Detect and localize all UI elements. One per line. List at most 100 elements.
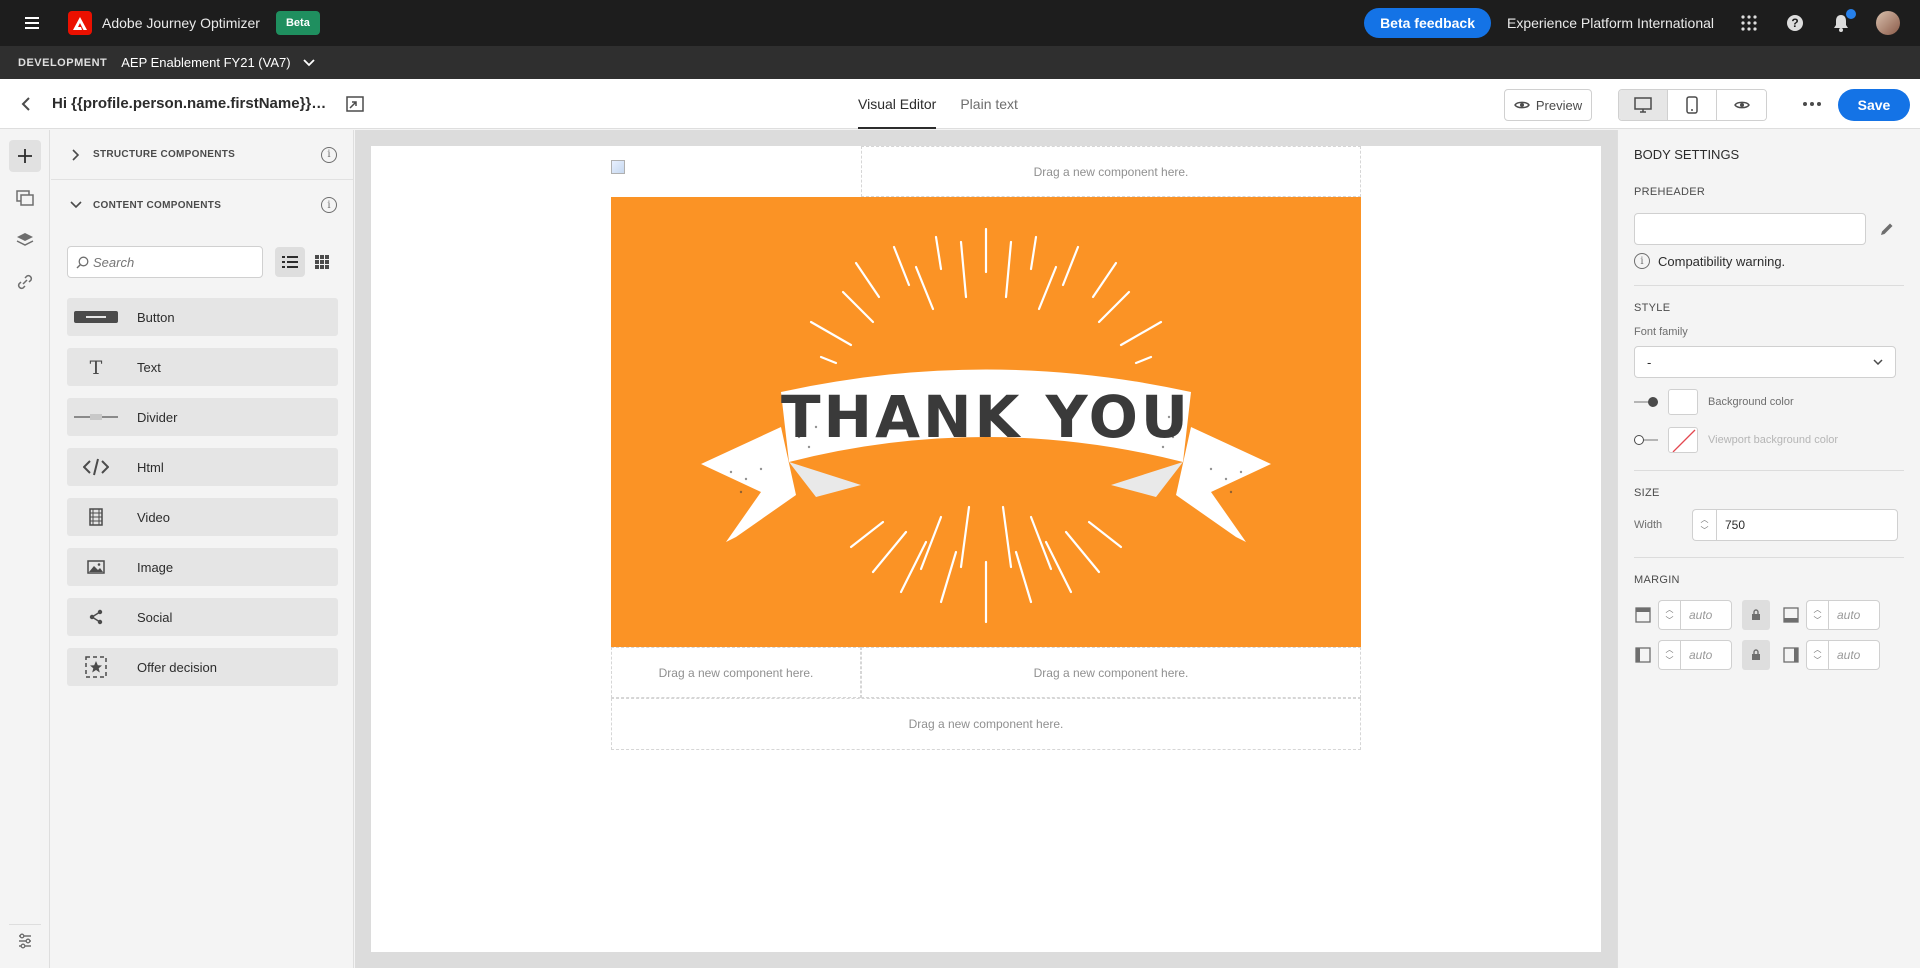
component-image[interactable]: Image	[67, 548, 338, 586]
component-search-input[interactable]	[93, 254, 253, 270]
margin-left-stepper[interactable]: ︿ ﹀	[1658, 640, 1680, 670]
body-settings-panel: BODY SETTINGS PREHEADER i Compatibility …	[1617, 130, 1920, 968]
component-text[interactable]: T Text	[67, 348, 338, 386]
html-icon	[67, 448, 125, 486]
desktop-view-icon[interactable]	[1619, 90, 1668, 120]
sandbox-switcher[interactable]: AEP Enablement FY21 (VA7)	[121, 55, 290, 70]
search-icon	[76, 256, 89, 268]
hero-image[interactable]: THANK YOU	[611, 197, 1361, 647]
font-family-select[interactable]: -	[1634, 346, 1896, 378]
preview-button[interactable]: Preview	[1504, 89, 1592, 121]
email-body: Drag a new component here. THANK YOU Dra…	[611, 146, 1361, 750]
structure-components-header[interactable]: STRUCTURE COMPONENTS i	[51, 130, 353, 180]
margin-left-input[interactable]: auto	[1680, 640, 1732, 670]
lock-icon[interactable]	[1742, 640, 1770, 670]
layers-icon[interactable]	[9, 224, 41, 256]
app-grid-icon[interactable]	[1738, 12, 1760, 34]
style-label: STYLE	[1634, 302, 1671, 314]
svg-text:T: T	[90, 358, 103, 376]
info-icon[interactable]: i	[321, 146, 337, 163]
tab-plain-text[interactable]: Plain text	[960, 79, 1018, 129]
width-stepper[interactable]: ︿ ﹀	[1692, 509, 1716, 541]
drop-zone[interactable]: Drag a new component here.	[611, 698, 1361, 750]
background-color-swatch[interactable]	[1668, 389, 1698, 415]
open-subject-icon[interactable]	[346, 95, 364, 113]
help-icon[interactable]: ?	[1784, 12, 1806, 34]
logo-cell[interactable]	[611, 146, 861, 197]
component-search-field[interactable]	[67, 246, 264, 278]
component-offer-decision[interactable]: Offer decision	[67, 648, 338, 686]
compatibility-warning-text: Compatibility warning.	[1658, 253, 1786, 269]
margin-top-input[interactable]: auto	[1680, 600, 1732, 630]
adobe-logo-icon[interactable]	[68, 11, 92, 35]
hamburger-menu-icon[interactable]	[20, 11, 44, 35]
chevron-down-icon[interactable]	[302, 57, 315, 69]
component-label: Divider	[137, 409, 178, 425]
org-switcher[interactable]: Experience Platform International	[1507, 15, 1714, 31]
editor-header: Hi {{profile.person.name.firstName}},tha…	[0, 79, 1920, 129]
component-button[interactable]: Button	[67, 298, 338, 336]
app-title[interactable]: Adobe Journey Optimizer	[102, 15, 260, 31]
email-subject-title: Hi {{profile.person.name.firstName}},tha…	[52, 95, 330, 112]
margin-bottom-input[interactable]: auto	[1828, 600, 1880, 630]
viewport-background-row: Viewport background color	[1634, 426, 1904, 454]
user-avatar[interactable]	[1876, 11, 1900, 35]
thank-you-text: THANK YOU	[781, 383, 1191, 451]
text-icon: T	[67, 348, 125, 386]
beta-feedback-button[interactable]: Beta feedback	[1364, 8, 1491, 38]
margin-top-stepper[interactable]: ︿ ﹀	[1658, 600, 1680, 630]
drop-zone[interactable]: Drag a new component here.	[861, 647, 1361, 698]
assets-icon[interactable]	[9, 182, 41, 214]
content-components-header[interactable]: CONTENT COMPONENTS i	[51, 180, 353, 230]
component-label: Button	[137, 309, 175, 325]
viewport-background-swatch[interactable]	[1668, 427, 1698, 453]
preheader-input[interactable]	[1634, 213, 1866, 245]
back-arrow-icon[interactable]	[16, 94, 36, 114]
component-label: Social	[137, 609, 173, 625]
chevron-right-icon[interactable]	[69, 148, 83, 162]
pencil-icon[interactable]	[1878, 220, 1896, 238]
component-html[interactable]: Html	[67, 448, 338, 486]
margin-left-icon	[1634, 646, 1652, 664]
list-view-icon[interactable]	[275, 247, 306, 277]
device-toggle-group	[1618, 89, 1767, 121]
margin-bottom-stepper[interactable]: ︿ ﹀	[1806, 600, 1828, 630]
component-divider[interactable]: Divider	[67, 398, 338, 436]
more-options-icon[interactable]	[1800, 94, 1824, 114]
component-video[interactable]: Video	[67, 498, 338, 536]
component-label: Html	[137, 459, 164, 475]
chevron-down-icon	[1873, 359, 1883, 365]
margin-right-input[interactable]: auto	[1828, 640, 1880, 670]
tab-visual-editor[interactable]: Visual Editor	[858, 79, 937, 129]
grid-view-icon[interactable]	[307, 247, 337, 277]
component-social[interactable]: Social	[67, 598, 338, 636]
width-input[interactable]: 750	[1716, 509, 1898, 541]
margin-right-stepper[interactable]: ︿ ﹀	[1806, 640, 1828, 670]
font-family-value: -	[1647, 354, 1652, 370]
links-icon[interactable]	[9, 266, 41, 298]
viewport-background-toggle[interactable]	[1634, 434, 1660, 446]
viewport-background-label: Viewport background color	[1708, 434, 1839, 446]
settings-icon[interactable]	[9, 924, 41, 956]
notifications-bell-icon[interactable]	[1830, 9, 1856, 34]
margin-label: MARGIN	[1634, 574, 1680, 586]
drop-zone[interactable]: Drag a new component here.	[861, 146, 1361, 197]
email-canvas[interactable]: Drag a new component here. THANK YOU Dra…	[371, 146, 1601, 952]
lock-icon[interactable]	[1742, 600, 1770, 630]
broken-image-icon[interactable]	[611, 160, 625, 174]
preheader-row	[1634, 213, 1904, 245]
eye-icon	[1514, 101, 1530, 109]
drop-zone[interactable]: Drag a new component here.	[611, 647, 861, 698]
background-color-toggle[interactable]	[1634, 396, 1660, 408]
share-icon	[67, 598, 125, 636]
margin-grid: ︿ ﹀ auto ︿ ﹀ auto ︿ ﹀ auto ︿ ﹀ auto	[1634, 600, 1904, 670]
preview-label: Preview	[1535, 97, 1583, 113]
mobile-view-icon[interactable]	[1668, 90, 1717, 120]
save-button[interactable]: Save	[1838, 89, 1910, 121]
image-icon	[67, 548, 125, 586]
component-label: Image	[137, 559, 174, 575]
chevron-down-icon[interactable]	[69, 198, 83, 212]
info-icon[interactable]: i	[321, 197, 337, 213]
visibility-icon[interactable]	[1717, 90, 1766, 120]
add-components-icon[interactable]	[9, 140, 41, 172]
